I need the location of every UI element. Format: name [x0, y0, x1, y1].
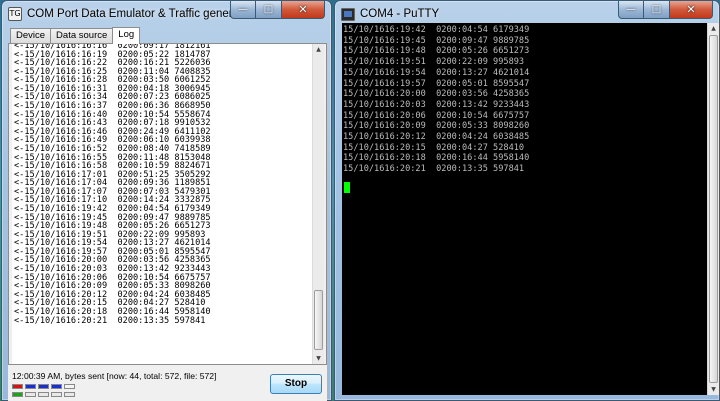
terminal-line: 15/10/1616:19:54 0200:13:27 4621014: [343, 67, 530, 78]
scroll-down-icon[interactable]: ▼: [313, 353, 324, 364]
terminal-line: 15/10/1616:20:21 0200:13:35 597841: [343, 164, 525, 175]
terminal-line: 15/10/1616:20:15 0200:04:27 528410: [343, 142, 525, 153]
window-title: COM4 - PuTTY: [360, 8, 440, 20]
status-area: 12:00:39 AM, bytes sent [now: 44, total:…: [8, 365, 327, 401]
activity-led: [25, 384, 36, 389]
terminal-line: 15/10/1616:19:45 0200:09:47 9889785: [343, 35, 530, 46]
log-lines: <-15/10/1616:16:16 0200:09:17 1812161 <-1…: [14, 44, 310, 325]
bytes-sent-status: 12:00:39 AM, bytes sent [now: 44, total:…: [12, 371, 217, 381]
terminal-line: 15/10/1616:20:00 0200:03:56 4258365: [343, 89, 530, 100]
tab-data-source[interactable]: Data source: [50, 28, 114, 43]
stop-button[interactable]: Stop: [270, 374, 322, 394]
app-icon: TG: [8, 7, 22, 21]
terminal-line: 15/10/1616:19:57 0200:05:01 8595547: [343, 78, 530, 89]
window-controls: — □ ✕: [618, 1, 713, 19]
activity-led: [38, 384, 49, 389]
terminal-line: 15/10/1616:20:18 0200:16:44 5958140: [343, 153, 530, 164]
activity-led: [12, 392, 23, 397]
tab-log[interactable]: Log: [112, 27, 141, 44]
putty-window[interactable]: COM4 - PuTTY — □ ✕ 15/10/1616:19:42 0200…: [334, 0, 720, 401]
terminal-cursor: [344, 182, 350, 193]
traffic-generator-window[interactable]: TG COM Port Data Emulator & Traffic gene…: [1, 0, 332, 401]
maximize-button[interactable]: □: [256, 1, 282, 19]
activity-led: [64, 392, 75, 397]
scroll-up-icon[interactable]: ▲: [708, 23, 719, 34]
log-listbox[interactable]: <-15/10/1616:16:16 0200:09:17 1812161 <-1…: [12, 44, 324, 364]
terminal-output: 15/10/1616:19:42 0200:04:54 6179349 15/10…: [343, 25, 529, 175]
activity-indicator-row: [12, 392, 77, 397]
terminal-line: 15/10/1616:20:06 0200:10:54 6675757: [343, 110, 530, 121]
activity-indicator-row: [12, 384, 77, 389]
activity-led: [51, 384, 62, 389]
activity-led: [25, 392, 36, 397]
log-line: <-15/10/1616:20:21 0200:13:35 597841: [14, 315, 206, 326]
scroll-thumb[interactable]: [709, 35, 718, 383]
activity-led: [12, 384, 23, 389]
close-button[interactable]: ✕: [282, 1, 325, 19]
terminal-line: 15/10/1616:20:09 0200:05:33 8098260: [343, 121, 530, 132]
log-panel: <-15/10/1616:16:16 0200:09:17 1812161 <-1…: [8, 43, 327, 365]
window-title: COM Port Data Emulator & Traffic generat…: [27, 8, 253, 20]
maximize-button[interactable]: □: [644, 1, 670, 19]
terminal-line: 15/10/1616:20:03 0200:13:42 9233443: [343, 99, 530, 110]
scroll-up-icon[interactable]: ▲: [313, 44, 324, 55]
activity-led: [38, 392, 49, 397]
putty-icon: [341, 7, 355, 21]
minimize-button[interactable]: —: [618, 1, 644, 19]
close-button[interactable]: ✕: [670, 1, 713, 19]
minimize-button[interactable]: —: [230, 1, 256, 19]
terminal-area[interactable]: 15/10/1616:19:42 0200:04:54 6179349 15/10…: [342, 23, 707, 395]
terminal-scrollbar[interactable]: ▲ ▼: [707, 23, 719, 395]
terminal-line: 15/10/1616:19:42 0200:04:54 6179349: [343, 25, 530, 35]
scroll-down-icon[interactable]: ▼: [708, 384, 719, 395]
activity-led: [51, 392, 62, 397]
terminal-line: 15/10/1616:19:51 0200:22:09 995893: [343, 57, 525, 68]
scroll-thumb[interactable]: [314, 290, 323, 350]
activity-led: [64, 384, 75, 389]
tab-strip: Device Data source Log: [10, 27, 141, 44]
title-bar[interactable]: TG COM Port Data Emulator & Traffic gene…: [2, 1, 331, 27]
log-scrollbar[interactable]: ▲ ▼: [312, 44, 324, 364]
terminal-line: 15/10/1616:20:12 0200:04:24 6038485: [343, 132, 530, 143]
terminal-line: 15/10/1616:19:48 0200:05:26 6651273: [343, 46, 530, 57]
window-controls: — □ ✕: [230, 1, 325, 19]
tab-device[interactable]: Device: [10, 28, 52, 43]
